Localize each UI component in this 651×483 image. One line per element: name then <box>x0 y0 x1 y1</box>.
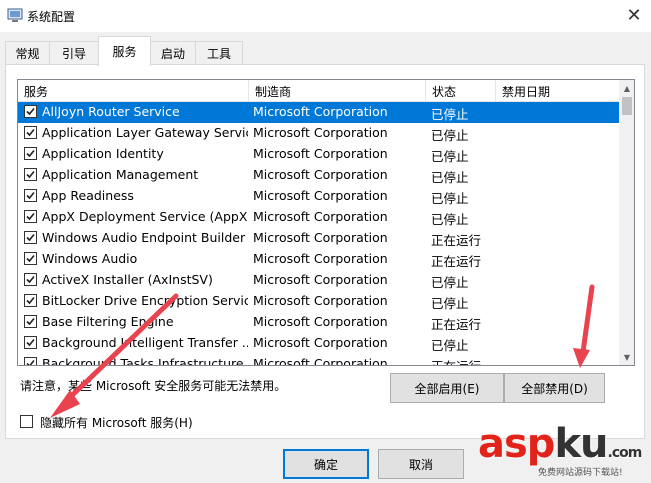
service-checkbox[interactable] <box>24 189 37 202</box>
table-row[interactable]: Base Filtering Engine Microsoft Corporati… <box>18 312 619 333</box>
service-status: 已停止 <box>431 128 469 143</box>
service-name: Application Identity <box>42 146 164 161</box>
service-manufacturer: Microsoft Corporation <box>253 104 388 119</box>
security-note: 请注意，某些 Microsoft 安全服务可能无法禁用。 <box>20 379 287 393</box>
service-checkbox[interactable] <box>24 336 37 349</box>
table-row[interactable]: Application Layer Gateway Service Microso… <box>18 123 619 144</box>
column-header-status[interactable]: 状态 <box>426 80 496 102</box>
service-name: Windows Audio Endpoint Builder <box>42 230 246 245</box>
service-name: Windows Audio <box>42 251 138 266</box>
ok-button[interactable]: 确定 <box>283 449 369 479</box>
service-status: 已停止 <box>431 275 469 290</box>
close-icon: ✕ <box>626 5 642 26</box>
column-header-disable-date[interactable]: 禁用日期 <box>496 80 619 102</box>
service-manufacturer: Microsoft Corporation <box>253 230 388 245</box>
column-header-service[interactable]: 服务 <box>18 80 249 102</box>
tab-strip: 常规 引导 服务 启动 工具 <box>0 32 651 66</box>
service-checkbox[interactable] <box>24 315 37 328</box>
service-manufacturer: Microsoft Corporation <box>253 356 388 366</box>
service-name: Application Management <box>42 167 199 182</box>
table-row[interactable]: AllJoyn Router Service Microsoft Corporat… <box>18 102 619 123</box>
vertical-scrollbar[interactable]: ▲ ▼ <box>619 80 634 365</box>
scroll-down-icon[interactable]: ▼ <box>619 349 634 365</box>
service-name: Base Filtering Engine <box>42 314 174 329</box>
hide-microsoft-services-checkbox[interactable] <box>20 415 33 428</box>
table-row[interactable]: BitLocker Drive Encryption Service Micros… <box>18 291 619 312</box>
service-manufacturer: Microsoft Corporation <box>253 272 388 287</box>
table-row[interactable]: App Readiness Microsoft Corporation 已停止 <box>18 186 619 207</box>
service-manufacturer: Microsoft Corporation <box>253 146 388 161</box>
service-status: 已停止 <box>431 107 469 122</box>
disable-all-button[interactable]: 全部禁用(D) <box>504 373 605 403</box>
service-status: 已停止 <box>431 296 469 311</box>
service-manufacturer: Microsoft Corporation <box>253 251 388 266</box>
scroll-thumb[interactable] <box>622 97 632 115</box>
services-list[interactable]: 服务 制造商 状态 禁用日期 AllJoyn Router Service Mic… <box>17 79 635 366</box>
tab-general[interactable]: 常规 <box>5 41 50 64</box>
close-button[interactable]: ✕ <box>617 0 651 31</box>
services-panel: 服务 制造商 状态 禁用日期 AllJoyn Router Service Mic… <box>5 64 645 439</box>
table-row[interactable]: Windows Audio Endpoint Builder Microsoft … <box>18 228 619 249</box>
service-name: Background Intelligent Transfer ... <box>42 335 248 350</box>
service-name: App Readiness <box>42 188 134 203</box>
list-body: AllJoyn Router Service Microsoft Corporat… <box>18 102 619 366</box>
service-name: BitLocker Drive Encryption Service <box>42 293 248 308</box>
service-checkbox[interactable] <box>24 357 37 365</box>
table-row[interactable]: AppX Deployment Service (AppX... Microsof… <box>18 207 619 228</box>
table-row[interactable]: Application Identity Microsoft Corporatio… <box>18 144 619 165</box>
service-status: 已停止 <box>431 149 469 164</box>
service-checkbox[interactable] <box>24 252 37 265</box>
service-checkbox[interactable] <box>24 168 37 181</box>
table-row[interactable]: Application Management Microsoft Corporat… <box>18 165 619 186</box>
enable-all-button[interactable]: 全部启用(E) <box>390 373 504 403</box>
service-status: 已停止 <box>431 191 469 206</box>
list-header: 服务 制造商 状态 禁用日期 <box>18 80 619 102</box>
aspku-watermark-logo: aspku.com 免费网站源码下载站! <box>478 421 642 478</box>
service-checkbox[interactable] <box>24 147 37 160</box>
service-manufacturer: Microsoft Corporation <box>253 209 388 224</box>
service-manufacturer: Microsoft Corporation <box>253 335 388 350</box>
column-header-manufacturer[interactable]: 制造商 <box>249 80 426 102</box>
service-name: AppX Deployment Service (AppX... <box>42 209 248 224</box>
service-name: Background Tasks Infrastructure ... <box>42 356 248 366</box>
service-status: 正在运行 <box>431 317 482 332</box>
table-row[interactable]: ActiveX Installer (AxInstSV) Microsoft Co… <box>18 270 619 291</box>
system-config-icon <box>7 8 23 22</box>
service-checkbox[interactable] <box>24 105 37 118</box>
service-manufacturer: Microsoft Corporation <box>253 167 388 182</box>
window-title: 系统配置 <box>27 10 76 24</box>
table-row[interactable]: Windows Audio Microsoft Corporation 正在运行 <box>18 249 619 270</box>
service-manufacturer: Microsoft Corporation <box>253 314 388 329</box>
service-checkbox[interactable] <box>24 126 37 139</box>
service-manufacturer: Microsoft Corporation <box>253 125 388 140</box>
cancel-button[interactable]: 取消 <box>378 449 464 479</box>
service-status: 已停止 <box>431 338 469 353</box>
service-checkbox[interactable] <box>24 210 37 223</box>
tab-boot[interactable]: 引导 <box>49 41 99 64</box>
table-row[interactable]: Background Intelligent Transfer ... Micro… <box>18 333 619 354</box>
tab-startup[interactable]: 启动 <box>150 41 196 64</box>
service-checkbox[interactable] <box>24 273 37 286</box>
service-status: 正在运行 <box>431 233 482 248</box>
scroll-up-icon[interactable]: ▲ <box>619 80 634 96</box>
service-name: AllJoyn Router Service <box>42 104 180 119</box>
service-manufacturer: Microsoft Corporation <box>253 188 388 203</box>
service-status: 正在运行 <box>431 356 491 365</box>
table-row[interactable]: Background Tasks Infrastructure ... Micro… <box>18 354 619 366</box>
service-status: 已停止 <box>431 212 469 227</box>
service-status: 正在运行 <box>431 254 482 269</box>
service-checkbox[interactable] <box>24 294 37 307</box>
tab-services[interactable]: 服务 <box>98 36 151 66</box>
hide-microsoft-services-label: 隐藏所有 Microsoft 服务(H) <box>40 416 193 430</box>
service-status: 已停止 <box>431 170 469 185</box>
service-checkbox[interactable] <box>24 231 37 244</box>
tab-tools[interactable]: 工具 <box>195 41 243 64</box>
service-manufacturer: Microsoft Corporation <box>253 293 388 308</box>
title-bar: 系统配置 ✕ <box>0 0 651 32</box>
service-name: Application Layer Gateway Service <box>42 125 248 140</box>
service-name: ActiveX Installer (AxInstSV) <box>42 272 213 287</box>
